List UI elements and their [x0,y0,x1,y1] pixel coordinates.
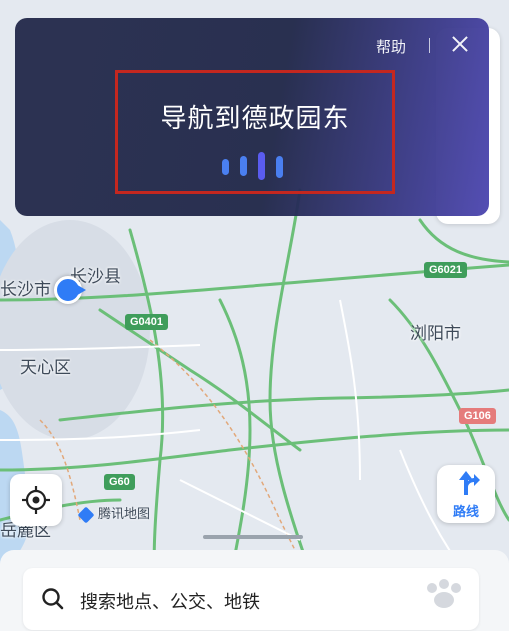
route-button[interactable]: 路线 [437,465,495,523]
voice-wave-icon [220,152,290,180]
map-brand-label: 腾讯地图 [98,507,151,522]
locate-button[interactable] [10,474,62,526]
help-button[interactable]: 帮助 [376,36,406,57]
map-label-changsha-city: 长沙市 [0,280,51,300]
search-placeholder: 搜索地点、公交、地铁 [80,592,260,613]
road-badge-g6021: G6021 [424,262,468,278]
watermark-logo-icon [427,579,461,608]
tencent-map-logo-icon [77,506,95,523]
map-label-liuyang-city: 浏阳市 [410,324,461,344]
map-brand: 腾讯地图 [77,503,151,523]
route-arrow-icon [459,471,480,495]
road-badge-g0401: G0401 [125,314,169,330]
sheet-drag-handle[interactable] [203,535,303,539]
heading-arrow-icon [74,283,86,297]
recognized-voice-text: 导航到德政园东 [160,104,350,134]
road-badge-g106: G106 [459,408,496,424]
close-icon[interactable] [450,34,470,54]
route-label: 路线 [452,505,479,520]
road-badge-g60: G60 [104,474,135,490]
locate-icon [22,486,50,514]
divider [429,38,430,53]
search-icon [42,588,64,610]
map-label-tianxin-district: 天心区 [20,358,71,378]
